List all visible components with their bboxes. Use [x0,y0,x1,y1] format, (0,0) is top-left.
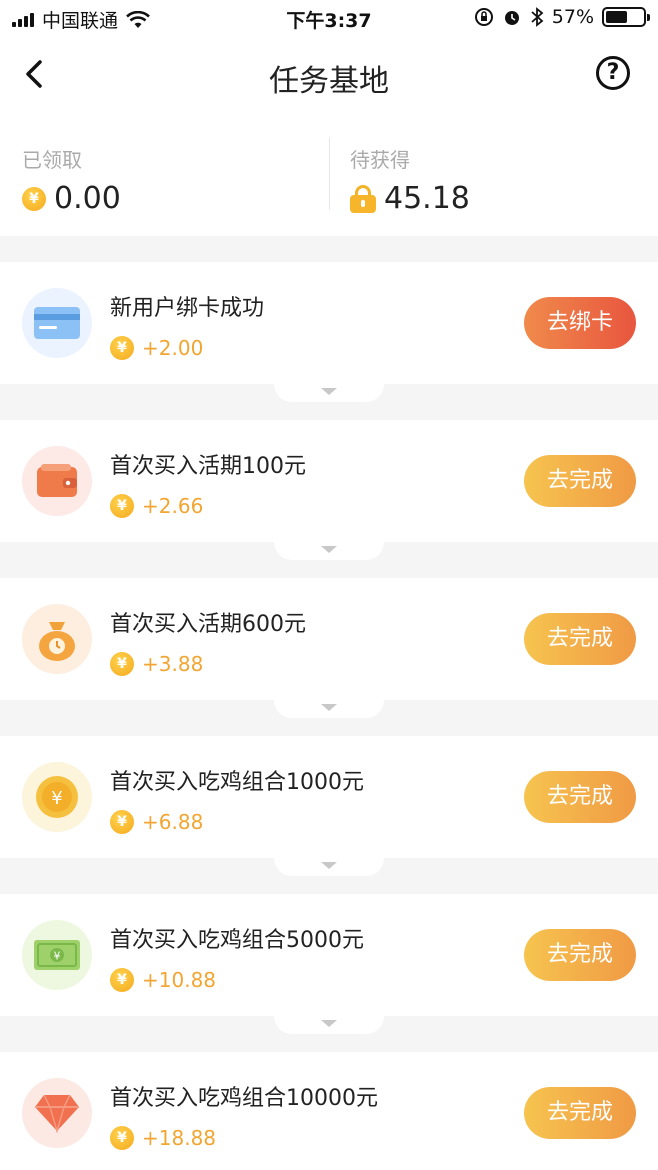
nav-bar: 任务基地 ? [0,36,658,114]
pending-label: 待获得 [350,148,410,172]
task-reward: ¥ +6.88 [110,810,203,834]
coin-icon: ¥ [110,810,134,834]
coin-icon: ¥ [110,968,134,992]
status-bar: 中国联通 下午3:37 57% [0,0,658,36]
coin-icon: ¥ [110,652,134,676]
claimed-label: 已领取 [22,148,82,172]
pending-value: 45.18 [384,181,470,216]
expand-chevron-icon[interactable] [274,542,384,560]
task-item: 新用户绑卡成功 ¥ +2.00 去绑卡 [0,262,658,402]
coin-icon: ¥ [22,762,92,832]
task-item: ¥ 首次买入吃鸡组合1000元 ¥ +6.88 去完成 [0,736,658,876]
task-title: 首次买入吃鸡组合10000元 [110,1086,378,1111]
money-bag-icon [22,604,92,674]
alarm-icon [504,11,519,25]
task-title: 首次买入活期600元 [110,612,306,637]
reward-amount: +10.88 [142,968,217,992]
task-reward: ¥ +10.88 [110,968,216,992]
complete-button[interactable]: 去完成 [524,455,636,507]
expand-chevron-icon[interactable] [274,1016,384,1034]
wallet-icon [22,446,92,516]
coin-icon: ¥ [110,494,134,518]
svg-text:¥: ¥ [54,950,61,963]
reward-amount: +2.00 [142,336,204,360]
battery-percent: 57% [551,6,594,28]
task-item: 首次买入活期100元 ¥ +2.66 去完成 [0,420,658,560]
coin-icon: ¥ [110,1126,134,1150]
task-reward: ¥ +18.88 [110,1126,216,1150]
coin-icon: ¥ [22,186,46,211]
coin-icon: ¥ [110,336,134,360]
task-reward: ¥ +2.00 [110,336,203,360]
banknote-icon: ¥ [22,920,92,990]
complete-button[interactable]: 去完成 [524,1087,636,1139]
task-title: 首次买入活期100元 [110,454,306,479]
pending-section: 待获得 45.18 [350,144,470,216]
reward-amount: +18.88 [142,1126,217,1150]
help-icon[interactable]: ? [596,56,630,90]
rotation-lock-icon [474,8,493,26]
expand-chevron-icon[interactable] [274,384,384,402]
lock-icon [350,184,376,213]
expand-chevron-icon[interactable] [274,858,384,876]
bind-card-button[interactable]: 去绑卡 [524,297,636,349]
summary-divider [329,138,330,210]
bank-card-icon [22,288,92,358]
task-title: 首次买入吃鸡组合5000元 [110,928,364,953]
claimed-value: 0.00 [54,181,121,216]
status-bar-right: 57% [474,6,650,28]
reward-amount: +3.88 [142,652,204,676]
complete-button[interactable]: 去完成 [524,771,636,823]
svg-text:¥: ¥ [51,788,62,809]
task-reward: ¥ +2.66 [110,494,203,518]
claimed-section: 已领取 ¥ 0.00 [22,144,121,216]
task-item: 首次买入吃鸡组合10000元 ¥ +18.88 去完成 [0,1052,658,1170]
task-item: 首次买入活期600元 ¥ +3.88 去完成 [0,578,658,718]
reward-amount: +2.66 [142,494,204,518]
task-title: 新用户绑卡成功 [110,296,265,321]
complete-button[interactable]: 去完成 [524,613,636,665]
task-item: ¥ 首次买入吃鸡组合5000元 ¥ +10.88 去完成 [0,894,658,1034]
task-title: 首次买入吃鸡组合1000元 [110,770,364,795]
page-title: 任务基地 [269,64,389,99]
complete-button[interactable]: 去完成 [524,929,636,981]
task-reward: ¥ +3.88 [110,652,203,676]
diamond-icon [22,1078,92,1148]
reward-summary: 已领取 ¥ 0.00 待获得 45.18 [0,114,658,236]
expand-chevron-icon[interactable] [274,700,384,718]
reward-amount: +6.88 [142,810,204,834]
bluetooth-icon [531,7,544,27]
battery-icon [602,7,650,27]
